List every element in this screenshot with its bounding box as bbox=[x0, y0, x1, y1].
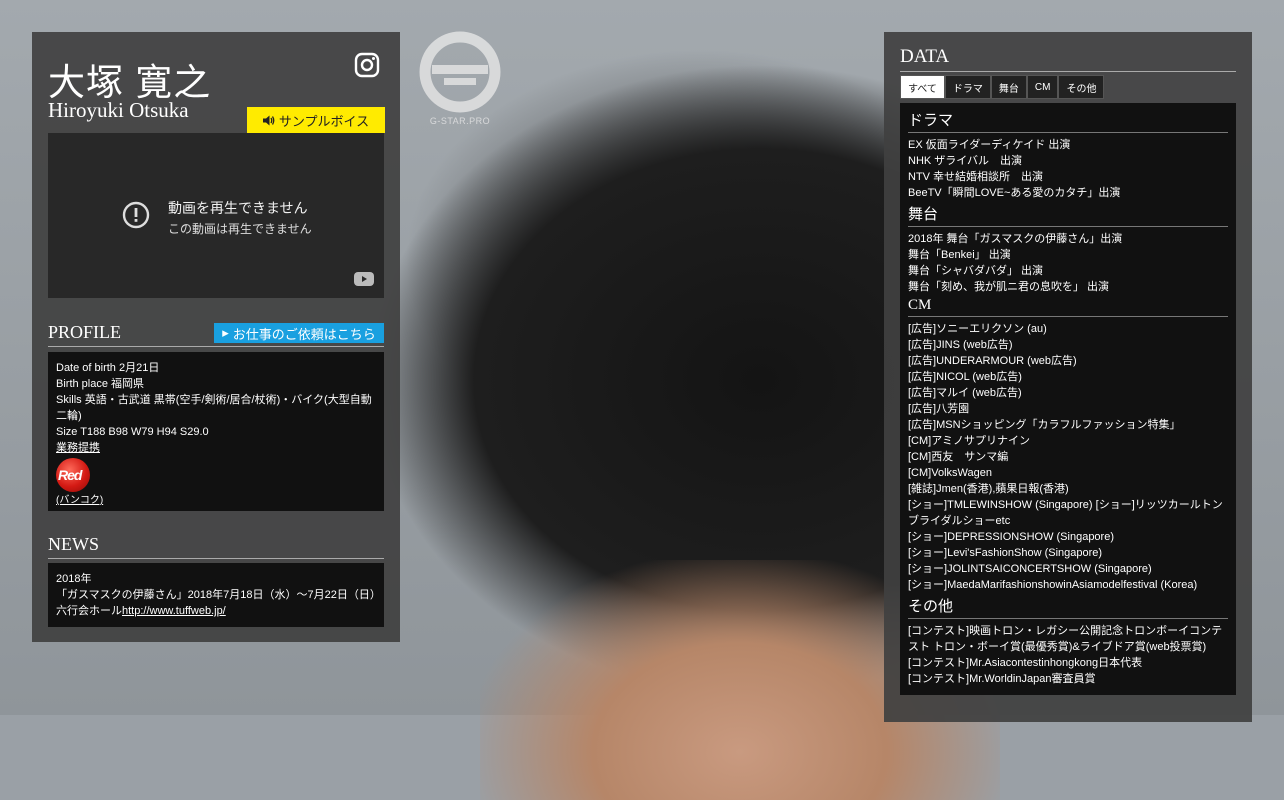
list-item: [コンテスト]Mr.Asiacontestinhongkong日本代表 bbox=[908, 657, 1143, 669]
category-other-title: その他 bbox=[908, 595, 1228, 619]
list-item: 舞台「刻め、我が肌ニ君の息吹を」 出演 bbox=[908, 281, 1110, 293]
news-year: 2018年 bbox=[56, 573, 92, 585]
list-item: [ショー]MaedaMarifashionshowinAsiamodelfest… bbox=[908, 579, 1198, 591]
list-item: [CM]VolksWagen bbox=[908, 467, 992, 479]
list-item: [ショー]JOLINTSAICONCERTSHOW (Singapore) bbox=[908, 563, 1152, 575]
list-item: [広告]MSNショッピング「カラフルファッション特集」 bbox=[908, 419, 1181, 431]
skills: Skills 英語・古武道 黒帯(空手/剣術/居合/杖術)・バイク(大型自動二輪… bbox=[56, 394, 372, 422]
video-error-subtitle: この動画は再生できません bbox=[168, 222, 312, 236]
list-item: EX 仮面ライダーディケイド 出演 bbox=[908, 139, 1071, 151]
list-item: BeeTV「瞬間LOVE~ある愛のカタチ」出演 bbox=[908, 187, 1121, 199]
list-item: [ショー]DEPRESSIONSHOW (Singapore) bbox=[908, 531, 1114, 543]
tab-cm[interactable]: CM bbox=[1026, 75, 1059, 99]
sample-voice-label: サンプルボイス bbox=[278, 113, 370, 129]
site-logo[interactable]: G-STAR.PRO bbox=[418, 30, 502, 130]
list-item: 2018年 舞台「ガスマスクの伊藤さん」出演 bbox=[908, 233, 1123, 245]
tab-stage[interactable]: 舞台 bbox=[990, 75, 1027, 99]
partner-city-link[interactable]: (バンコク) bbox=[56, 495, 103, 506]
list-item: [広告]JINS (web広告) bbox=[908, 339, 1013, 351]
logo-text: G-STAR.PRO bbox=[429, 116, 491, 126]
news-item-link[interactable]: http://www.tuffweb.jp/ bbox=[122, 605, 226, 617]
instagram-icon[interactable] bbox=[354, 52, 380, 78]
list-item: [ショー]TMLEWINSHOW (Singapore) [ショー]リッツカール… bbox=[908, 499, 1223, 527]
list-item: NHK ザライバル 出演 bbox=[908, 155, 1023, 167]
video-error-title: 動画を再生できません bbox=[168, 200, 308, 216]
red-logo-text: Red bbox=[58, 467, 82, 483]
profile-panel: 大塚 寛之 Hiroyuki Otsuka サンプルボイス 動画を再生できません… bbox=[32, 32, 400, 642]
list-item: NTV 幸せ結婚相談所 出演 bbox=[908, 171, 1044, 183]
alert-icon bbox=[122, 201, 150, 229]
size: Size T188 B98 W79 H94 S29.0 bbox=[56, 426, 209, 438]
category-drama-title: ドラマ bbox=[908, 109, 1228, 133]
list-item: [広告]NICOL (web広告) bbox=[908, 371, 1022, 383]
data-title: DATA bbox=[900, 46, 1236, 72]
youtube-icon[interactable] bbox=[354, 272, 374, 286]
list-item: 舞台「シャバダバダ」 出演 bbox=[908, 265, 1044, 277]
name-english: Hiroyuki Otsuka bbox=[48, 98, 189, 122]
caret-right-icon: ▸ bbox=[222, 325, 229, 340]
g-star-logo-icon bbox=[419, 31, 501, 113]
list-item: [広告]八芳園 bbox=[908, 403, 970, 415]
list-item: [CM]アミノサプリナイン bbox=[908, 435, 1030, 447]
video-player[interactable]: 動画を再生できません この動画は再生できません bbox=[48, 133, 384, 298]
list-item: [広告]マルイ (web広告) bbox=[908, 387, 1022, 399]
data-list: ドラマ EX 仮面ライダーディケイド 出演 NHK ザライバル 出演 NTV 幸… bbox=[900, 103, 1236, 695]
contact-label: お仕事のご依頼はこちら bbox=[232, 326, 376, 342]
list-item: [広告]UNDERARMOUR (web広告) bbox=[908, 355, 1077, 367]
red-logo[interactable]: Red bbox=[56, 458, 90, 492]
list-item: [コンテスト]映画トロン・レガシー公開記念トロンボーイコンテスト トロン・ボーイ… bbox=[908, 625, 1223, 653]
partner-link[interactable]: 業務提携 bbox=[56, 442, 100, 454]
birth-place: Birth place 福岡県 bbox=[56, 378, 145, 390]
list-item: [コンテスト]Mr.WorldinJapan審査員賞 bbox=[908, 673, 1096, 685]
list-item: [ショー]Levi'sFashionShow (Singapore) bbox=[908, 547, 1103, 559]
data-tabs: すべて ドラマ 舞台 CM その他 bbox=[900, 75, 1105, 99]
data-panel: DATA すべて ドラマ 舞台 CM その他 ドラマ EX 仮面ライダーディケイ… bbox=[884, 32, 1252, 722]
contact-button[interactable]: ▸ お仕事のご依頼はこちら bbox=[214, 323, 384, 343]
list-item: [広告]ソニーエリクソン (au) bbox=[908, 323, 1047, 335]
profile-details: Date of birth 2月21日 Birth place 福岡県 Skil… bbox=[48, 352, 384, 511]
list-item: [雑誌]Jmen(香港),蘋果日報(香港) bbox=[908, 483, 1069, 495]
news-item: 「ガスマスクの伊藤さん」2018年7月18日（水）〜7月22日（日） 六行会ホー… bbox=[56, 587, 386, 619]
sample-voice-button[interactable]: サンプルボイス bbox=[247, 107, 385, 133]
tab-all[interactable]: すべて bbox=[900, 75, 945, 99]
tab-other[interactable]: その他 bbox=[1058, 75, 1105, 99]
news-box: 2018年 「ガスマスクの伊藤さん」2018年7月18日（水）〜7月22日（日）… bbox=[48, 563, 386, 627]
list-item: 舞台「Benkei」 出演 bbox=[908, 249, 1011, 261]
date-of-birth: Date of birth 2月21日 bbox=[56, 362, 160, 374]
list-item: [CM]西友 サンマ編 bbox=[908, 451, 1009, 463]
tab-drama[interactable]: ドラマ bbox=[944, 75, 991, 99]
speaker-icon bbox=[262, 115, 275, 125]
category-stage-title: 舞台 bbox=[908, 203, 1228, 227]
news-title: NEWS bbox=[48, 534, 384, 559]
category-cm-title: CM bbox=[908, 297, 1228, 317]
